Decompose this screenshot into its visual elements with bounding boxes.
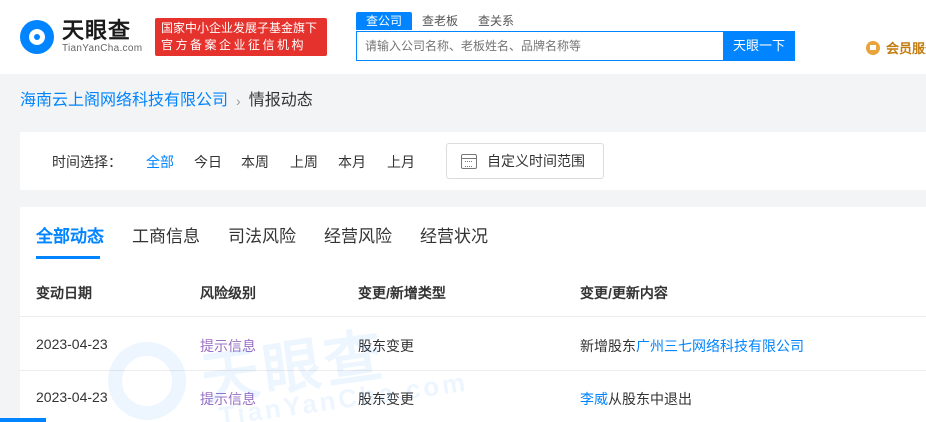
- search-tab-boss[interactable]: 查老板: [412, 12, 468, 30]
- row-change-type: 股东变更: [358, 391, 414, 407]
- search-tab-company[interactable]: 查公司: [356, 12, 413, 30]
- breadcrumb: 海南云上阁网络科技有限公司 › 情报动态: [20, 90, 313, 112]
- search-button[interactable]: 天眼一下: [723, 31, 795, 61]
- filter-option-this-week[interactable]: 本周: [241, 152, 269, 172]
- top-header: 天眼查 TianYanCha.com 国家中小企业发展子基金旗下 官方备案企业征…: [0, 0, 926, 74]
- row-date: 2023-04-23: [36, 389, 108, 405]
- row-change-content: 新增股东广州三七网络科技有限公司: [580, 336, 804, 356]
- filter-option-last-month[interactable]: 上月: [387, 152, 415, 172]
- vip-label: 会员服务: [886, 41, 926, 56]
- tab-operating-status[interactable]: 经营状况: [420, 222, 488, 247]
- column-header-risk-level: 风险级别: [200, 285, 256, 301]
- custom-time-range-button[interactable]: 自定义时间范围: [446, 143, 604, 179]
- row-risk-level: 提示信息: [200, 338, 256, 354]
- column-header-change-content: 变更/更新内容: [580, 285, 668, 301]
- search-input[interactable]: [357, 32, 723, 60]
- row-date: 2023-04-23: [36, 336, 108, 352]
- time-filter-bar: 时间选择： 全部 今日 本周 上周 本月 上月 自定义时间范围: [20, 132, 926, 190]
- badge-line-1: 国家中小企业发展子基金旗下: [161, 21, 318, 35]
- search-tab-relation[interactable]: 查关系: [468, 12, 524, 30]
- custom-range-label: 自定义时间范围: [487, 153, 585, 169]
- table-row: 2023-04-23 提示信息 股东变更 新增股东广州三七网络科技有限公司: [20, 318, 926, 371]
- category-tabs: 全部动态 工商信息 司法风险 经营风险 经营状况: [20, 207, 926, 259]
- badge-line-2: 官方备案企业征信机构: [161, 38, 307, 52]
- column-header-date: 变动日期: [36, 285, 92, 301]
- tab-all-dynamics[interactable]: 全部动态: [36, 222, 104, 247]
- chevron-right-icon: ›: [236, 93, 241, 109]
- table-header: 变动日期 风险级别 变更/新增类型 变更/更新内容: [20, 259, 926, 317]
- content-prefix: 新增股东: [580, 338, 636, 354]
- tab-operating-risk[interactable]: 经营风险: [324, 222, 392, 247]
- filter-option-all[interactable]: 全部: [146, 152, 174, 172]
- row-risk-level: 提示信息: [200, 391, 256, 407]
- breadcrumb-current: 情报动态: [248, 92, 313, 109]
- table-row: 2023-04-23 提示信息 股东变更 李威从股东中退出: [20, 371, 926, 422]
- row-change-content: 李威从股东中退出: [580, 389, 692, 409]
- corner-accent-bar: [0, 418, 46, 422]
- tab-business-info[interactable]: 工商信息: [132, 222, 200, 247]
- vip-service-link[interactable]: 会员服务: [866, 38, 926, 57]
- breadcrumb-company-link[interactable]: 海南云上阁网络科技有限公司: [20, 90, 228, 112]
- logo-en-text: TianYanCha.com: [62, 43, 143, 54]
- logo-eye-icon: [20, 20, 54, 54]
- search-box: [356, 31, 724, 61]
- filter-option-today[interactable]: 今日: [194, 152, 222, 172]
- official-badge: 国家中小企业发展子基金旗下 官方备案企业征信机构: [155, 18, 327, 56]
- column-header-change-type: 变更/新增类型: [358, 285, 446, 301]
- search-type-tabs: 查公司 查老板 查关系: [356, 12, 524, 30]
- shareholder-company-link[interactable]: 广州三七网络科技有限公司: [636, 338, 804, 354]
- crown-icon: [866, 40, 880, 55]
- logo-cn-text: 天眼查: [62, 18, 132, 43]
- tab-judicial-risk[interactable]: 司法风险: [228, 222, 296, 247]
- filter-option-last-week[interactable]: 上周: [290, 152, 318, 172]
- dynamics-card: 全部动态 工商信息 司法风险 经营风险 经营状况 变动日期 风险级别 变更/新增…: [20, 207, 926, 422]
- shareholder-person-link[interactable]: 李威: [580, 391, 608, 407]
- calendar-icon: [461, 153, 477, 169]
- time-filter-label: 时间选择：: [52, 154, 122, 170]
- row-change-type: 股东变更: [358, 338, 414, 354]
- logo[interactable]: 天眼查 TianYanCha.com: [20, 18, 142, 56]
- filter-option-this-month[interactable]: 本月: [338, 152, 366, 172]
- content-suffix: 从股东中退出: [608, 391, 692, 407]
